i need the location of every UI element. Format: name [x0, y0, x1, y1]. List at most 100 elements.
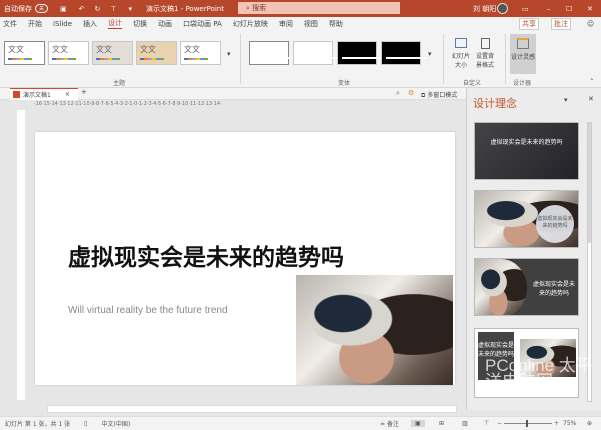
- tab-transitions[interactable]: 切换: [133, 19, 147, 29]
- customize-group-label: 自定义: [463, 80, 482, 87]
- collapse-ribbon-icon[interactable]: ˄: [590, 78, 594, 86]
- zoom-level[interactable]: 75%: [563, 420, 576, 427]
- status-bar: 幻灯片 第 1 张，共 1 张 ▯ 中文(中国) ≐ 备注 ▣ ⊞ ▥ ⊤ − …: [0, 416, 601, 430]
- notes-button[interactable]: ≐ 备注: [380, 419, 399, 428]
- format-background-button[interactable]: 设置背景格式: [474, 38, 496, 69]
- vr-headset-photo[interactable]: [296, 275, 453, 385]
- theme-preview-text: 文文: [8, 45, 24, 54]
- horizontal-ruler[interactable]: ·16·15·14·13·12·11·10·9·8·7·6·5·4·3·2·1·…: [30, 101, 466, 109]
- design-idea-2[interactable]: 虚拟现实会是未来的趋势吗: [474, 190, 579, 248]
- new-tab-button[interactable]: +: [81, 88, 87, 96]
- document-tab[interactable]: 演示文稿1 ×: [10, 88, 78, 100]
- document-tab-name: 演示文稿1: [23, 92, 51, 99]
- themes-group-label: 主题: [113, 80, 126, 87]
- theme-office[interactable]: 文文: [4, 41, 45, 65]
- present-icon[interactable]: ⊤: [110, 5, 116, 13]
- zoom-slider-thumb[interactable]: [526, 420, 528, 427]
- pane-options-icon[interactable]: ▾: [564, 96, 568, 104]
- design-idea-text: 虚拟现实会是未来的趋势吗: [490, 139, 563, 146]
- fit-to-window-icon[interactable]: ⊕: [587, 420, 592, 427]
- theme-preview-text: 文文: [140, 45, 156, 54]
- theme-2[interactable]: 文文: [48, 41, 89, 65]
- designer-group-label: 设计器: [513, 80, 532, 87]
- ribbon-display-icon[interactable]: ▭: [522, 5, 529, 13]
- slideshow-button[interactable]: ⊤: [484, 420, 489, 427]
- feedback-smiley-icon[interactable]: ☺: [587, 20, 594, 28]
- ribbon-design: 文文 文文 文文 文文 文文 ▾ 主题 ▾ 变体 幻灯片大小 设置背景格式 自定…: [0, 30, 601, 88]
- language-indicator[interactable]: 中文(中国): [101, 419, 130, 428]
- tab-help[interactable]: 帮助: [329, 19, 343, 29]
- redo-icon[interactable]: ↻: [95, 5, 101, 13]
- minimize-button[interactable]: –: [547, 5, 551, 13]
- powerpoint-icon: [13, 91, 20, 98]
- slide-sorter-button[interactable]: ⊞: [439, 420, 444, 427]
- search-placeholder: 搜索: [252, 4, 267, 12]
- slide-counter: 幻灯片 第 1 张，共 1 张: [5, 421, 71, 428]
- slide-canvas[interactable]: 虚拟现实会是未来的趋势吗 Will virtual reality be the…: [35, 132, 455, 385]
- themes-more-icon[interactable]: ▾: [227, 50, 231, 58]
- user-name[interactable]: 刘 朝阳: [473, 4, 496, 14]
- comments-button[interactable]: 批注: [551, 17, 571, 30]
- variant-3[interactable]: [337, 41, 383, 65]
- share-button[interactable]: 共享: [519, 17, 539, 30]
- avatar[interactable]: [497, 3, 508, 14]
- zoom-out-button[interactable]: −: [497, 420, 502, 427]
- autosave-label: 自动保存: [4, 4, 32, 13]
- reading-view-button[interactable]: ▥: [462, 420, 468, 427]
- maximize-button[interactable]: ☐: [566, 5, 572, 13]
- theme-preview-text: 文文: [96, 45, 112, 54]
- tab-file[interactable]: 文件: [3, 19, 17, 29]
- slide-size-button[interactable]: 幻灯片大小: [451, 38, 471, 69]
- slide-title[interactable]: 虚拟现实会是未来的趋势吗: [68, 238, 344, 272]
- ribbon-tabs: 文件 开始 iSlide 插入 设计 切换 动画 口袋动画 PA 幻灯片放映 审…: [0, 17, 601, 30]
- zoom-slider[interactable]: [504, 420, 552, 427]
- tab-islide[interactable]: iSlide: [53, 20, 72, 28]
- theme-4[interactable]: 文文: [136, 41, 177, 65]
- search-tab-icon[interactable]: ⌕: [396, 89, 400, 98]
- tab-slideshow[interactable]: 幻灯片放映: [233, 19, 268, 29]
- design-idea-text: 虚拟现实会是未来的趋势吗: [536, 205, 574, 243]
- search-input[interactable]: ⌕ 搜索: [238, 2, 400, 14]
- tab-view[interactable]: 视图: [304, 19, 318, 29]
- autosave-toggle[interactable]: 关: [35, 4, 49, 13]
- tab-pocket-animation[interactable]: 口袋动画 PA: [183, 19, 222, 29]
- watermark: PConline 太平洋电脑网: [485, 356, 593, 391]
- variant-4[interactable]: [381, 41, 427, 65]
- title-bar: 自动保存 关 ▣ ↶ ↻ ⊤ ▾ 演示文稿1 - PowerPoint ⌕ 搜索…: [0, 0, 601, 17]
- design-idea-3[interactable]: 虚拟现实会是未来的趋势吗: [474, 258, 579, 316]
- save-icon[interactable]: ▣: [60, 5, 67, 13]
- horizontal-scrollbar[interactable]: [47, 405, 457, 413]
- customize-qat-icon[interactable]: ▾: [129, 5, 133, 13]
- design-idea-text: 虚拟现实会是未来的趋势吗: [533, 281, 576, 297]
- vertical-ruler[interactable]: [17, 110, 25, 400]
- document-title: 演示文稿1 - PowerPoint: [146, 4, 224, 13]
- settings-icon[interactable]: ⚙: [408, 89, 414, 97]
- accessibility-icon[interactable]: ▯: [84, 420, 87, 427]
- tab-home[interactable]: 开始: [28, 19, 42, 29]
- pane-scroll-thumb[interactable]: [588, 123, 591, 243]
- variant-1[interactable]: [249, 41, 295, 65]
- theme-3[interactable]: 文文: [92, 41, 133, 65]
- design-idea-1[interactable]: 虚拟现实会是未来的趋势吗: [474, 122, 579, 180]
- design-ideas-button[interactable]: 设计灵感: [510, 34, 536, 74]
- variants-group-label: 变体: [338, 80, 351, 87]
- pane-close-icon[interactable]: ✕: [588, 95, 594, 103]
- undo-icon[interactable]: ↶: [79, 5, 85, 13]
- multiwindow-button[interactable]: ⧉ 多窗口模式: [421, 90, 457, 100]
- theme-5[interactable]: 文文: [180, 41, 221, 65]
- normal-view-button[interactable]: ▣: [411, 420, 425, 427]
- zoom-in-button[interactable]: +: [554, 420, 559, 427]
- design-ideas-pane: 设计理念 ▾ ✕ 虚拟现实会是未来的趋势吗 虚拟现实会是未来的趋势吗 虚拟现实会…: [466, 88, 601, 410]
- tab-design[interactable]: 设计: [108, 18, 123, 29]
- tab-animations[interactable]: 动画: [158, 19, 172, 29]
- slide-subtitle[interactable]: Will virtual reality be the future trend: [68, 305, 228, 316]
- variants-more-icon[interactable]: ▾: [428, 50, 432, 58]
- theme-preview-text: 文文: [184, 45, 200, 54]
- tab-insert[interactable]: 插入: [83, 19, 97, 29]
- multiwindow-label: 多窗口模式: [427, 92, 458, 99]
- document-tab-bar: 演示文稿1 × + ⌕ ⚙ ⧉ 多窗口模式: [0, 88, 466, 100]
- close-tab-icon[interactable]: ×: [65, 91, 70, 98]
- tab-review[interactable]: 审阅: [279, 19, 293, 29]
- variant-2[interactable]: [293, 41, 339, 65]
- close-button[interactable]: ✕: [587, 5, 593, 13]
